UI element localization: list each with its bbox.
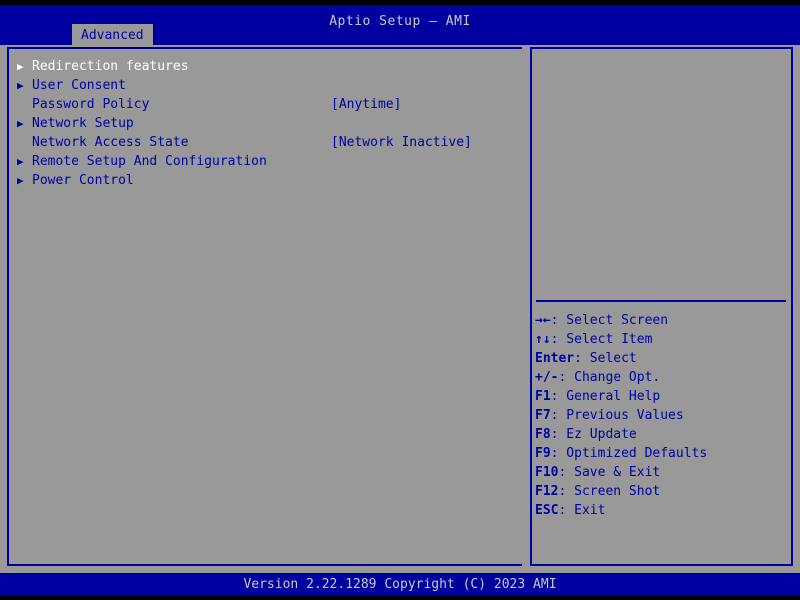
- help-legend-row: ↑↓: Select Item: [535, 330, 787, 349]
- menu-item-label: Network Setup: [32, 116, 134, 131]
- help-legend-row: F8: Ez Update: [535, 425, 787, 444]
- menu-tab-bar: Advanced: [72, 24, 153, 45]
- help-key: F9: [535, 446, 551, 461]
- help-legend-row: F10: Save & Exit: [535, 463, 787, 482]
- help-action-label: : Screen Shot: [558, 484, 661, 499]
- help-legend-row: F7: Previous Values: [535, 406, 787, 425]
- menu-item[interactable]: ▶ Redirection features: [15, 57, 518, 76]
- tab-advanced[interactable]: Advanced: [72, 24, 153, 45]
- help-key: F1: [535, 389, 551, 404]
- menu-item-label: Remote Setup And Configuration: [32, 154, 267, 169]
- help-key: +/-: [535, 370, 559, 385]
- help-action-label: : Select Screen: [550, 313, 669, 328]
- help-action-label: : Select Item: [550, 332, 653, 347]
- menu-item-value[interactable]: [Anytime]: [331, 95, 401, 114]
- help-legend-row: F12: Screen Shot: [535, 482, 787, 501]
- help-legend-row: F9: Optimized Defaults: [535, 444, 787, 463]
- submenu-arrow-icon: ▶: [17, 174, 24, 187]
- help-action-label: : Previous Values: [550, 408, 684, 423]
- submenu-arrow-icon: ▶: [17, 79, 24, 92]
- settings-panel: ▶ Redirection features ▶ User Consent Passwo…: [7, 47, 522, 566]
- help-legend-row: +/-: Change Opt.: [535, 368, 787, 387]
- bios-setup-screen: Aptio Setup – AMI Advanced ▶ Redirection …: [0, 0, 800, 600]
- help-key: ESC: [535, 503, 559, 518]
- menu-item[interactable]: Password Policy [Anytime]: [15, 95, 518, 114]
- menu-item[interactable]: Network Access State [Network Inactive]: [15, 133, 518, 152]
- submenu-arrow-icon: ▶: [17, 155, 24, 168]
- help-action-label: : Optimized Defaults: [550, 446, 708, 461]
- submenu-arrow-icon: ▶: [17, 117, 24, 130]
- help-legend-row: F1: General Help: [535, 387, 787, 406]
- help-action-label: : Exit: [558, 503, 606, 518]
- help-key: ↑↓: [535, 332, 551, 347]
- help-key: Enter: [535, 351, 575, 366]
- help-key: F10: [535, 465, 559, 480]
- menu-item-value[interactable]: [Network Inactive]: [331, 133, 472, 152]
- menu-item-label: User Consent: [32, 78, 126, 93]
- menu-item[interactable]: ▶ Network Setup: [15, 114, 518, 133]
- help-legend-row: ESC: Exit: [535, 501, 787, 520]
- version-text: Version 2.22.1289 Copyright (C) 2023 AMI: [243, 577, 557, 592]
- help-action-label: : Select: [574, 351, 637, 366]
- settings-list: ▶ Redirection features ▶ User Consent Passwo…: [15, 57, 518, 190]
- help-key: F12: [535, 484, 559, 499]
- menu-item[interactable]: ▶ Power Control: [15, 171, 518, 190]
- help-key: →←: [535, 313, 551, 328]
- menu-item-label: Password Policy: [32, 97, 150, 112]
- menu-item-label: Power Control: [32, 173, 134, 188]
- help-divider: [536, 300, 786, 302]
- help-action-label: : General Help: [550, 389, 661, 404]
- menu-item[interactable]: ▶ Remote Setup And Configuration: [15, 152, 518, 171]
- menu-item-label: Network Access State: [32, 135, 189, 150]
- help-action-label: : Ez Update: [550, 427, 637, 442]
- help-legend-row: Enter: Select: [535, 349, 787, 368]
- help-key: F8: [535, 427, 551, 442]
- menu-item-label: Redirection features: [32, 59, 189, 74]
- help-panel: →←: Select Screen ↑↓: Select Item Enter: S…: [530, 47, 793, 566]
- version-bar: Version 2.22.1289 Copyright (C) 2023 AMI: [0, 573, 800, 595]
- help-action-label: : Save & Exit: [558, 465, 661, 480]
- help-key: F7: [535, 408, 551, 423]
- submenu-arrow-icon: ▶: [17, 60, 24, 73]
- help-legend-row: →←: Select Screen: [535, 311, 787, 330]
- key-legend: →←: Select Screen ↑↓: Select Item Enter: S…: [535, 311, 787, 520]
- menu-item[interactable]: ▶ User Consent: [15, 76, 518, 95]
- help-action-label: : Change Opt.: [558, 370, 661, 385]
